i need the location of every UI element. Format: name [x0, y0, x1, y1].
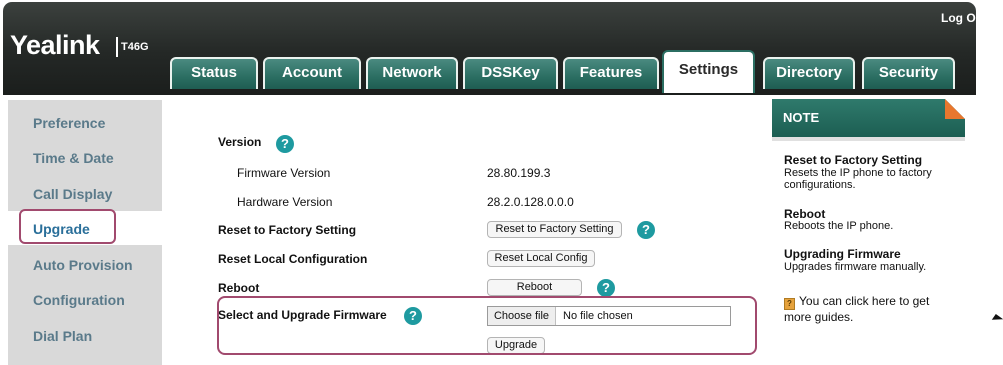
upgrade-firmware-highlight-box	[217, 296, 757, 355]
firmware-version-value: 28.80.199.3	[487, 166, 551, 180]
tab-security[interactable]: Security	[862, 57, 955, 89]
reset-factory-help-icon[interactable]: ?	[637, 221, 655, 239]
reboot-help-icon[interactable]: ?	[597, 279, 615, 297]
logout-link[interactable]: Log Out	[941, 11, 987, 25]
tab-account[interactable]: Account	[263, 57, 361, 89]
note-reboot-text: Reboots the IP phone.	[784, 220, 894, 232]
hardware-version-value: 28.2.0.128.0.0.0	[487, 195, 574, 209]
note-upgrading-heading: Upgrading Firmware	[784, 247, 901, 261]
yealink-logo: Yealink	[10, 30, 100, 60]
model-label: T46G	[121, 41, 149, 53]
sidebar-item-call-display[interactable]: Call Display	[33, 186, 112, 202]
reboot-button[interactable]: Reboot	[487, 279, 582, 296]
firmware-version-label: Firmware Version	[237, 166, 331, 180]
reset-factory-button[interactable]: Reset to Factory Setting	[487, 221, 622, 238]
tab-network[interactable]: Network	[366, 57, 458, 89]
version-heading: Version	[218, 135, 262, 149]
note-title: NOTE	[783, 110, 820, 125]
tab-features[interactable]: Features	[563, 57, 659, 89]
tab-settings[interactable]: Settings	[662, 50, 755, 93]
tab-directory[interactable]: Directory	[763, 57, 855, 89]
reset-local-label: Reset Local Configuration	[218, 252, 368, 266]
reset-local-button[interactable]: Reset Local Config	[487, 250, 595, 267]
note-guide-link[interactable]: ? You can click here to get more guides.	[784, 294, 954, 324]
note-upgrading-text: Upgrades firmware manually.	[784, 261, 927, 273]
tab-status[interactable]: Status	[170, 57, 258, 89]
note-reset-text: Resets the IP phone to factory configura…	[784, 167, 932, 191]
note-fold-flap	[945, 99, 965, 119]
upgrade-highlight-box	[19, 209, 116, 244]
tab-dsskey[interactable]: DSSKey	[463, 57, 558, 89]
reboot-label: Reboot	[218, 281, 260, 295]
logo-separator	[116, 37, 118, 57]
reset-factory-label: Reset to Factory Setting	[218, 223, 357, 237]
note-reboot-heading: Reboot	[784, 207, 826, 221]
version-help-icon[interactable]: ?	[276, 135, 294, 153]
note-guide-text: You can click here to get more guides.	[784, 294, 930, 324]
sidebar-item-time-date[interactable]: Time & Date	[33, 150, 114, 166]
sidebar-item-dial-plan[interactable]: Dial Plan	[33, 328, 92, 344]
sidebar-item-preference[interactable]: Preference	[33, 115, 105, 131]
sidebar-item-auto-provision[interactable]: Auto Provision	[33, 257, 133, 273]
book-icon: ?	[784, 298, 795, 310]
mouse-cursor-icon	[991, 314, 1003, 325]
note-reset-heading: Reset to Factory Setting	[784, 153, 923, 167]
hardware-version-label: Hardware Version	[237, 195, 333, 209]
sidebar-item-configuration[interactable]: Configuration	[33, 292, 125, 308]
